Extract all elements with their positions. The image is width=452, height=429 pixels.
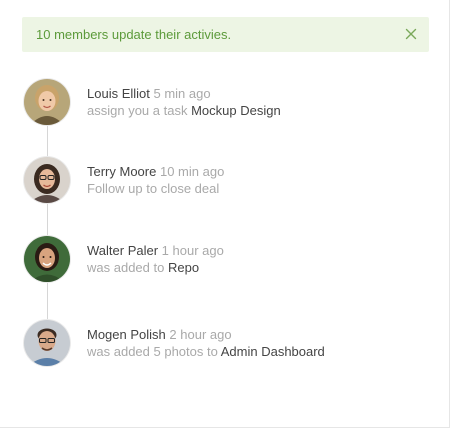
activity-action: was added to <box>87 260 165 275</box>
activity-description: was added to Repo <box>87 260 199 276</box>
activity-description: assign you a task Mockup Design <box>87 103 281 119</box>
member-name[interactable]: Walter Paler <box>87 243 158 258</box>
activity-description: Follow up to close deal <box>87 181 219 197</box>
member-name[interactable]: Terry Moore <box>87 164 156 179</box>
activity-header: Mogen Polish 2 hour ago <box>87 327 232 343</box>
timeline-line <box>47 100 48 344</box>
activity-item: Mogen Polish 2 hour ago was added 5 phot… <box>0 320 450 370</box>
close-icon[interactable] <box>403 26 419 42</box>
activity-time: 10 min ago <box>159 164 225 179</box>
activity-time: 5 min ago <box>153 86 211 101</box>
activity-target-link[interactable]: Repo <box>168 260 199 275</box>
activity-time: 1 hour ago <box>161 243 224 258</box>
avatar[interactable] <box>24 320 70 366</box>
activity-action: was added 5 photos to <box>87 344 218 359</box>
activity-alert: 10 members update their activies. <box>22 17 429 52</box>
activity-item: Louis Elliot 5 min ago assign you a task… <box>0 79 450 129</box>
activity-time: 2 hour ago <box>169 327 232 342</box>
activity-action: assign you a task <box>87 103 188 118</box>
activity-action: Follow up to close deal <box>87 181 220 196</box>
avatar[interactable] <box>24 79 70 125</box>
member-name[interactable]: Mogen Polish <box>87 327 166 342</box>
activity-item: Walter Paler 1 hour ago was added to Rep… <box>0 236 450 286</box>
avatar[interactable] <box>24 157 70 203</box>
activity-panel: 10 members update their activies. Louis … <box>0 0 450 428</box>
activity-description: was added 5 photos to Admin Dashboard <box>87 344 325 360</box>
activity-header: Louis Elliot 5 min ago <box>87 86 211 102</box>
alert-message: 10 members update their activies. <box>36 27 232 42</box>
activity-target-link[interactable]: Admin Dashboard <box>221 344 325 359</box>
avatar[interactable] <box>24 236 70 282</box>
activity-item: Terry Moore 10 min ago Follow up to clos… <box>0 157 450 207</box>
activity-header: Terry Moore 10 min ago <box>87 164 224 180</box>
activity-header: Walter Paler 1 hour ago <box>87 243 224 259</box>
member-name[interactable]: Louis Elliot <box>87 86 150 101</box>
activity-target-link[interactable]: Mockup Design <box>191 103 281 118</box>
